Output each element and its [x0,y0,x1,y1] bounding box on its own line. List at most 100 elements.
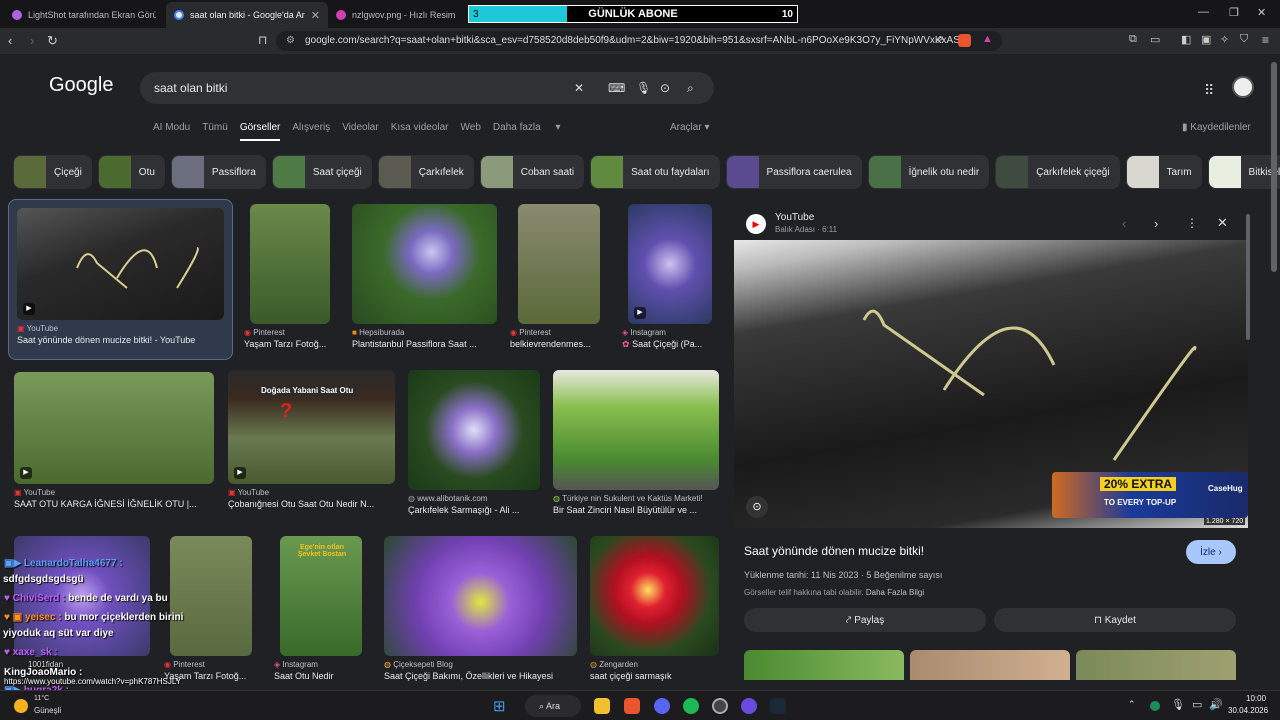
brave-browser-icon[interactable] [624,698,640,714]
minimize-icon[interactable]: — [1198,6,1209,18]
prev-image-icon[interactable]: ‹ [1122,216,1126,231]
chip[interactable]: Çarkıfelek [377,155,474,189]
panel-scrollbar[interactable] [1246,214,1250,340]
extensions-icon[interactable]: ⧉ [1129,33,1137,46]
weather-icon[interactable] [14,699,28,713]
learn-more-link[interactable]: Daha Fazla Bilgi [866,588,924,597]
discord-icon[interactable] [654,698,670,714]
next-image-icon[interactable]: › [1154,216,1158,231]
advertisement-banner[interactable]: 20% EXTRA TO EVERY TOP-UP CaseHug [1052,472,1248,518]
preview-source[interactable]: YouTube [775,212,814,223]
more-options-icon[interactable]: ⋮ [1186,216,1198,230]
sidebar-icon[interactable]: ◧ [1181,33,1191,46]
site-info-icon[interactable]: ⚙ [286,31,295,51]
keyboard-icon[interactable]: ⌨ [608,72,625,104]
page-scrollbar[interactable] [1271,62,1277,272]
image-result[interactable]: ◍ Türkiye nin Sukulent ve Kaktüs Marketi… [553,370,719,515]
saved-button[interactable]: ▮ Kaydedilenler [1182,122,1251,133]
tray-app-icon[interactable] [1150,701,1160,711]
brave-rewards-icon[interactable]: ▲ [982,33,993,45]
related-thumbnail[interactable] [910,650,1070,680]
reload-icon[interactable]: ↻ [47,33,58,49]
chip[interactable]: Passiflora [170,155,266,189]
image-result[interactable]: ▶ ◈ Instagram ✿ Saat Çiçeği (Pa... [622,204,717,350]
chip[interactable]: Saat otu faydaları [590,155,720,189]
image-result[interactable]: ◍ Zengarden saat çiçeği sarmaşık [590,536,719,681]
microphone-icon[interactable]: 🎙 [636,72,651,104]
avatar[interactable] [1232,76,1254,98]
taskbar-search[interactable]: ⌕ Ara [525,695,581,717]
obs-icon[interactable] [741,698,757,714]
bookmark-icon[interactable]: ⊓ [258,33,267,47]
lens-search-icon[interactable]: ⊙ [746,496,768,518]
clear-icon[interactable]: ✕ [574,72,584,104]
preview-image[interactable]: 20% EXTRA TO EVERY TOP-UP CaseHug ⊙ 1.28… [734,240,1248,528]
clock-date[interactable]: 30.04.2026 [1228,706,1268,715]
filter-ai-mode[interactable]: AI Modu [153,122,190,141]
filter-all[interactable]: Tümü [202,122,228,141]
microphone-icon[interactable]: 🎙 [1171,698,1185,711]
tab-google-search[interactable]: saat olan bitki - Google'da Ara ✕ [166,2,328,28]
preview-title[interactable]: Saat yönünde dönen mucize bitki! [744,544,924,558]
chip[interactable]: Saat çiçeği [271,155,372,189]
search-icon[interactable]: ⌕ [687,72,694,104]
chip[interactable]: Çiçeği [13,155,92,189]
filter-short-videos[interactable]: Kısa videolar [391,122,449,141]
image-result[interactable]: ▶ ▣ YouTube SAAT OTU KARGA İĞNESİ İĞNELİ… [14,372,214,509]
tab-lightshot[interactable]: LightShot tarafından Ekran Görüntüsü [4,2,166,28]
volume-icon[interactable]: 🔊 [1209,698,1223,711]
forward-icon[interactable]: › [30,33,34,48]
chip[interactable]: Bitkisel [1207,155,1280,189]
close-preview-icon[interactable]: ✕ [1217,215,1228,231]
reading-list-icon[interactable]: ▭ [1150,33,1160,46]
image-result[interactable]: Ege'nin otları Şevket Bostan ◈ Instagram… [274,536,369,681]
tools-button[interactable]: Araçlar ▾ [670,122,710,133]
chip[interactable]: Otu [97,155,165,189]
github-icon[interactable] [712,698,728,714]
back-icon[interactable]: ‹ [8,33,12,48]
clock-time[interactable]: 10:00 [1246,694,1266,703]
maximize-icon[interactable]: ❐ [1229,6,1239,19]
tray-chevron-icon[interactable]: ⌃ [1128,699,1136,710]
related-thumbnail[interactable] [744,650,904,680]
filter-images[interactable]: Görseller [239,122,281,141]
wallet-icon[interactable]: ▣ [1201,33,1211,46]
filter-web[interactable]: Web [461,122,481,141]
menu-icon[interactable]: ≡ [1262,33,1269,47]
image-result-selected[interactable]: ▶ ▣ YouTube Saat yönünde dönen mucize bi… [8,199,233,360]
network-icon[interactable]: ▭ [1192,698,1202,711]
image-result[interactable]: ◉ Pinterest Yaşam Tarzı Fotoğ... [244,204,334,349]
chip[interactable]: Passiflora caerulea [725,155,862,189]
windows-start-icon[interactable]: ⊞ [493,697,506,715]
lens-icon[interactable]: ⊙ [660,72,670,104]
image-result[interactable]: Doğada Yabani Saat Otu ? ▶ ▣ YouTube Çob… [228,370,395,509]
image-result[interactable]: ■ Hepsiburada Plantistanbul Passiflora S… [352,204,497,349]
file-explorer-icon[interactable] [594,698,610,714]
close-tab-icon[interactable]: ✕ [311,9,320,22]
image-result[interactable]: ◉ Pinterest belkievrendenmes... [510,204,605,349]
share-icon[interactable]: ⇗ [935,33,944,46]
filter-more[interactable]: Daha fazla ▾ [493,122,561,141]
image-result[interactable]: ◍ www.alibotanik.com Çarkıfelek Sarmaşığ… [408,370,540,515]
google-logo[interactable]: Google [49,74,114,97]
apps-icon[interactable]: ⠿ [1204,82,1214,99]
watch-button[interactable]: İzle › [1186,540,1236,564]
leo-icon[interactable]: ✧ [1220,33,1229,46]
chip[interactable]: Coban saati [479,155,585,189]
image-result[interactable]: ◍ Çiçeksepeti Blog Saat Çiçeği Bakımı, Ö… [384,536,577,681]
spotify-icon[interactable] [683,698,699,714]
brave-shield-icon[interactable] [958,34,971,47]
tab-quick-image[interactable]: nzlgwov.png - Hızlı Resim [328,2,458,28]
close-window-icon[interactable]: ✕ [1257,6,1266,19]
filter-videos[interactable]: Videolar [342,122,379,141]
image-result[interactable]: ◉ Pinterest Yaşam Tarzı Fotoğ... [164,536,256,681]
share-button[interactable]: ⤤ Paylaş [744,608,986,632]
chip[interactable]: Tarım [1125,155,1202,189]
vpn-icon[interactable]: ⛉ [1240,33,1248,46]
url-field[interactable]: ⚙ google.com/search?q=saat+olan+bitki&sc… [276,31,1002,51]
chip[interactable]: İğnelik otu nedir [867,155,990,189]
related-thumbnail[interactable] [1076,650,1236,680]
chip[interactable]: Çarkıfelek çiçeği [995,155,1120,189]
search-input[interactable]: saat olan bitki ✕ ⌨ 🎙 ⊙ ⌕ [140,72,714,104]
filter-shopping[interactable]: Alışveriş [292,122,330,141]
